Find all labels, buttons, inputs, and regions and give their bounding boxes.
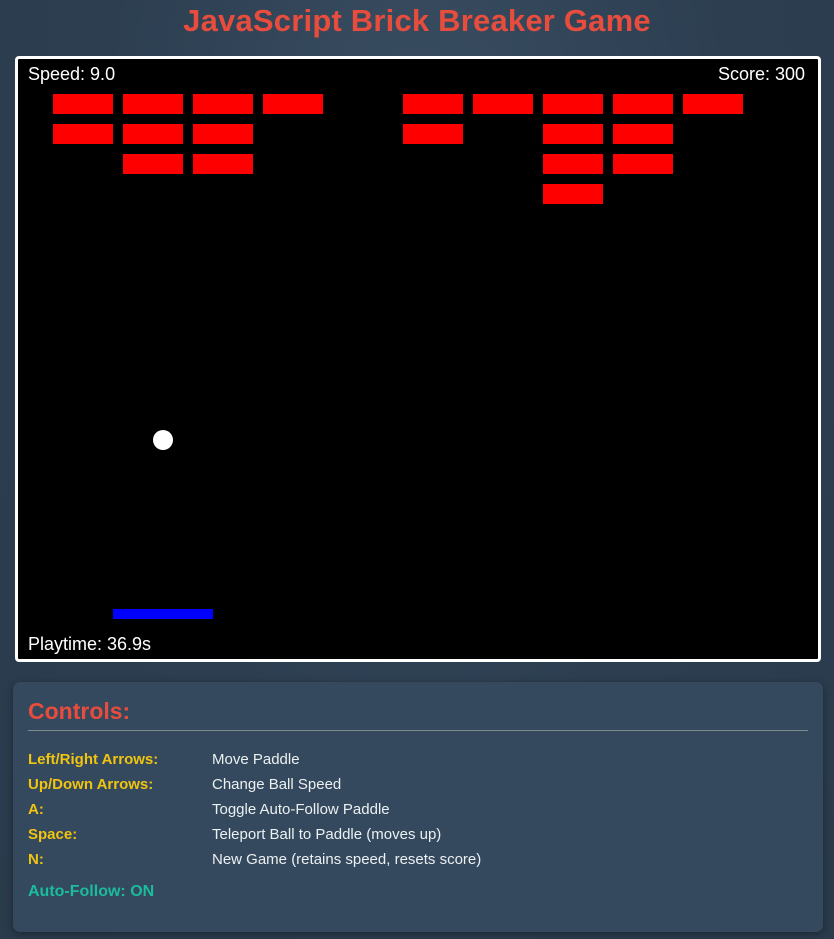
brick [193, 154, 253, 174]
brick [543, 184, 603, 204]
brick [53, 124, 113, 144]
controls-divider [28, 730, 808, 731]
control-key: Up/Down Arrows: [28, 776, 154, 793]
brick [403, 94, 463, 114]
paddle [113, 609, 213, 619]
game-canvas[interactable]: Speed: 9.0 Score: 300 Playtime: 36.9s [15, 56, 821, 662]
brick [613, 94, 673, 114]
control-description: New Game (retains speed, resets score) [212, 851, 482, 868]
control-description: Change Ball Speed [212, 776, 342, 793]
brick [123, 94, 183, 114]
control-description: Move Paddle [212, 751, 300, 768]
brick [613, 154, 673, 174]
brick [403, 124, 463, 144]
control-key: N: [28, 851, 44, 868]
auto-follow-status: Auto-Follow: ON [28, 883, 155, 900]
page-title: JavaScript Brick Breaker Game [183, 3, 651, 38]
controls-heading: Controls: [28, 698, 131, 724]
brick [543, 94, 603, 114]
brick [193, 94, 253, 114]
brick [543, 154, 603, 174]
control-description: Toggle Auto-Follow Paddle [212, 801, 390, 818]
brick [263, 94, 323, 114]
score-readout: Score: 300 [717, 64, 805, 84]
control-key: Space: [28, 826, 78, 843]
brick [53, 94, 113, 114]
brick [683, 94, 743, 114]
control-key: Left/Right Arrows: [28, 751, 159, 768]
brick [613, 124, 673, 144]
controls-panel: Controls: Left/Right Arrows: Move Paddle… [13, 682, 823, 932]
brick [543, 124, 603, 144]
control-description: Teleport Ball to Paddle (moves up) [212, 826, 442, 843]
playtime-readout: Playtime: 36.9s [28, 634, 152, 654]
ball [153, 430, 173, 450]
brick [473, 94, 533, 114]
brick [193, 124, 253, 144]
brick [123, 154, 183, 174]
brick [123, 124, 183, 144]
speed-readout: Speed: 9.0 [28, 64, 116, 84]
control-key: A: [28, 801, 44, 818]
